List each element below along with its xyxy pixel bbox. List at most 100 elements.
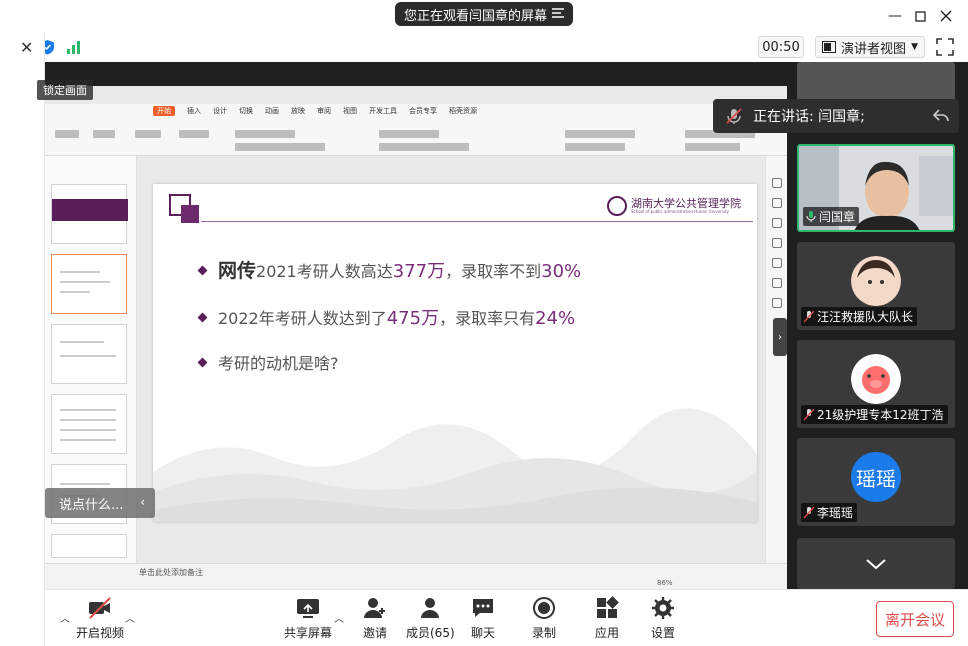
participant-tile[interactable]: 闫国章 — [797, 144, 955, 232]
participant-tile[interactable]: 瑶瑶 李瑶瑶 — [797, 438, 955, 526]
members-button[interactable]: 成员(65) — [406, 596, 455, 641]
ribbon-tool[interactable] — [235, 143, 325, 151]
ribbon-tool[interactable] — [565, 130, 635, 138]
ribbon-tab[interactable]: 插入 — [187, 106, 201, 116]
slide-thumbnail[interactable] — [51, 534, 127, 558]
ribbon-tab[interactable]: 设计 — [213, 106, 227, 116]
invite-button[interactable]: 邀请 — [362, 596, 388, 641]
participant-name: 闫国章 — [819, 210, 856, 224]
slide-bullet: 网传 2021考研人数高达 377万 ，录取率不到 30% — [197, 256, 582, 283]
invite-user-icon — [364, 598, 385, 618]
ribbon-tab[interactable]: 动画 — [265, 106, 279, 116]
ribbon-tab[interactable]: 视图 — [343, 106, 357, 116]
chat-quick-input[interactable]: 说点什么... ‹ — [45, 488, 155, 518]
rail-tool-icon[interactable] — [772, 198, 782, 208]
video-off-icon — [89, 597, 111, 619]
ribbon-tool[interactable] — [379, 143, 469, 151]
university-subtitle: School of public administration Hunan Un… — [631, 209, 729, 214]
leave-meeting-button[interactable]: 离开会议 — [876, 601, 954, 637]
slide-bullet: 考研的动机是啥? — [197, 350, 339, 374]
video-label: 开启视频 — [76, 626, 125, 640]
presentation-window: 开始 插入 设计 切换 动画 放映 审阅 视图 开发工具 会员专享 稻壳资源 湖… — [45, 86, 787, 589]
view-mode-button[interactable]: 演讲者视图 ▼ — [815, 36, 925, 58]
record-label: 录制 — [531, 626, 556, 640]
ribbon-tool[interactable] — [379, 130, 439, 138]
meeting-timer: 00:50 — [758, 36, 804, 58]
meeting-controls-bar: 音 ︿ 开启视频 ︿ 共享屏幕 ︿ 邀请 成员(65) 聊天 录制 — [0, 589, 968, 646]
rail-tool-icon[interactable] — [772, 278, 782, 288]
lock-screen-label[interactable]: 锁定画面 — [37, 80, 93, 100]
chevron-down-icon: ▼ — [911, 42, 918, 52]
ribbon-tool[interactable] — [55, 130, 79, 138]
participant-tile[interactable]: 21级护理专本12班丁浩 — [797, 340, 955, 428]
ribbon-tab[interactable]: 开始 — [153, 106, 175, 116]
ribbon-tab[interactable]: 稻壳资源 — [449, 106, 477, 116]
slide-thumbnail[interactable] — [51, 324, 127, 384]
apps-button[interactable]: 应用 — [594, 596, 620, 641]
ribbon-tab[interactable]: 开发工具 — [369, 106, 397, 116]
slide-thumbnail[interactable] — [51, 394, 127, 454]
view-mode-label: 演讲者视图 — [841, 41, 907, 57]
share-screen-button[interactable]: 共享屏幕 — [284, 596, 332, 641]
ribbon-tool[interactable] — [235, 130, 295, 138]
ribbon-tab[interactable]: 审阅 — [317, 106, 331, 116]
menu-icon[interactable] — [551, 7, 565, 21]
mic-muted-icon — [804, 408, 814, 420]
close-icon[interactable] — [936, 6, 956, 26]
speaking-indicator: 正在讲话: 闫国章; — [713, 99, 959, 133]
speaker-view-icon — [822, 41, 836, 53]
share-caret-icon[interactable]: ︿ — [334, 610, 344, 625]
bullet-highlight: 30% — [541, 261, 582, 282]
ribbon-tool[interactable] — [93, 130, 115, 138]
panel-close-icon[interactable]: ✕ — [20, 38, 33, 57]
share-status-text: 您正在观看闫国章的屏幕 — [404, 8, 548, 24]
slide-thumbnail[interactable] — [51, 184, 128, 244]
participant-tile-partial[interactable] — [797, 62, 955, 102]
chevron-down-icon[interactable] — [861, 556, 891, 574]
participant-tile-partial[interactable] — [797, 538, 955, 589]
ribbon-tool[interactable] — [685, 143, 740, 151]
slide-thumbnail[interactable] — [51, 254, 127, 314]
rail-tool-icon[interactable] — [772, 298, 782, 308]
maximize-icon[interactable] — [910, 6, 930, 26]
minimize-icon[interactable]: — — [885, 6, 905, 26]
bullet-highlight: 475万 — [386, 308, 440, 329]
ribbon-tool[interactable] — [135, 130, 161, 138]
bullet-diamond-icon — [197, 357, 208, 368]
university-name: 湖南大学公共管理学院 — [631, 197, 741, 210]
audio-caret-icon[interactable]: ︿ — [60, 610, 70, 625]
slide-bullet: 2022年考研人数达到了 475万 ，录取率只有 24% — [197, 304, 576, 330]
rail-tool-icon[interactable] — [772, 218, 782, 228]
reply-arrow-icon[interactable] — [933, 109, 949, 123]
apps-icon — [597, 596, 619, 618]
notes-placeholder[interactable]: 单击此处添加备注 — [139, 567, 203, 578]
ribbon-tool[interactable] — [179, 130, 209, 138]
rail-tool-icon[interactable] — [772, 178, 782, 188]
record-button[interactable]: 录制 — [531, 596, 557, 641]
rail-tool-icon[interactable] — [772, 238, 782, 248]
invite-label: 邀请 — [362, 626, 387, 640]
ribbon-tab[interactable]: 会员专享 — [409, 106, 437, 116]
start-video-button[interactable]: 开启视频 — [76, 596, 124, 641]
mic-muted-icon — [804, 506, 814, 518]
fullscreen-icon[interactable] — [936, 38, 954, 56]
left-side-panel: ✕ — [0, 32, 45, 646]
chat-button[interactable]: 聊天 — [470, 596, 496, 641]
current-slide[interactable]: 湖南大学公共管理学院 School of public administrati… — [153, 184, 757, 522]
network-signal-icon[interactable] — [66, 38, 84, 56]
chevron-right-icon: › — [778, 331, 782, 343]
gallery-collapse-handle[interactable]: › — [773, 318, 787, 356]
ribbon-tab[interactable]: 放映 — [291, 106, 305, 116]
video-caret-icon[interactable]: ︿ — [125, 610, 135, 625]
ribbon-tool[interactable] — [565, 143, 625, 151]
screen-share-status[interactable]: 您正在观看闫国章的屏幕 — [395, 2, 573, 26]
ribbon-tab[interactable]: 切换 — [239, 106, 253, 116]
ribbon-tools — [45, 124, 787, 154]
rail-tool-icon[interactable] — [772, 258, 782, 268]
participant-tile[interactable]: 汪汪救援队大队长 — [797, 242, 955, 330]
bullet-highlight: 24% — [535, 308, 576, 329]
zoom-level[interactable]: 86% — [657, 579, 673, 587]
header-rule — [201, 221, 753, 222]
settings-button[interactable]: 设置 — [650, 596, 676, 641]
participant-avatar — [851, 256, 901, 306]
